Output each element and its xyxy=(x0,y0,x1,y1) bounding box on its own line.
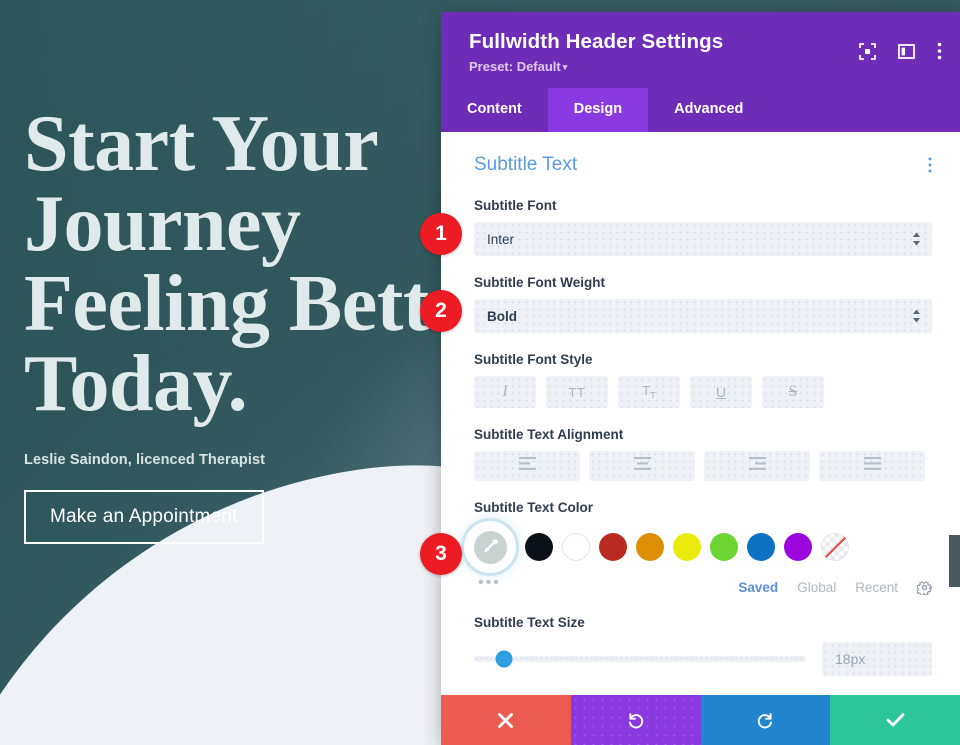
field-subtitle-font-weight: Subtitle Font Weight Bold xyxy=(474,275,932,333)
field-subtitle-text-size: Subtitle Text Size 18px xyxy=(474,615,932,676)
close-x-icon xyxy=(498,712,514,728)
swatch-black[interactable] xyxy=(525,533,553,561)
undo-arrow-icon xyxy=(629,712,644,728)
hero-title-line-1: Start Your xyxy=(24,100,379,188)
section-title: Subtitle Text xyxy=(474,154,578,175)
app-root: Start Your Journey Feeling Better Today.… xyxy=(0,0,960,745)
align-justify-icon xyxy=(863,457,881,475)
alignment-button-row xyxy=(474,451,932,481)
kebab-menu-icon[interactable] xyxy=(937,42,942,60)
palette-tab-global[interactable]: Global xyxy=(797,580,836,595)
subtitle-font-label: Subtitle Font xyxy=(474,198,557,213)
subtitle-font-style-label: Subtitle Font Style xyxy=(474,352,593,367)
swatch-orange[interactable] xyxy=(636,533,664,561)
field-subtitle-font-style: Subtitle Font Style I TT TT U S xyxy=(474,352,932,408)
tab-design[interactable]: Design xyxy=(547,88,649,132)
eyedropper-swatch-wrap xyxy=(467,524,513,570)
small-caps-sub: T xyxy=(650,390,656,401)
field-subtitle-font: Subtitle Font Inter xyxy=(474,198,932,256)
palette-tab-saved[interactable]: Saved xyxy=(738,580,778,595)
color-swatch-row xyxy=(467,524,932,570)
swatch-purple[interactable] xyxy=(784,533,812,561)
callout-badge-2: 2 xyxy=(420,290,462,332)
modal-header-icons xyxy=(859,42,942,60)
redo-arrow-icon xyxy=(757,712,772,728)
eyedropper-button[interactable] xyxy=(473,530,507,564)
subtitle-font-weight-select[interactable]: Bold xyxy=(474,299,932,333)
align-right-button[interactable] xyxy=(704,451,810,481)
fullwidth-header-settings-modal: Fullwidth Header Settings Preset: Defaul… xyxy=(441,12,960,745)
strikethrough-icon: S xyxy=(788,383,798,400)
modal-action-bar xyxy=(441,695,960,745)
align-center-icon xyxy=(633,457,651,475)
swatch-white[interactable] xyxy=(562,533,590,561)
callout-badge-3: 3 xyxy=(420,533,462,575)
align-justify-button[interactable] xyxy=(819,451,925,481)
section-options-kebab-icon[interactable] xyxy=(928,157,932,173)
select-arrows-icon xyxy=(912,232,921,247)
field-subtitle-text-color: Subtitle Text Color ••• Saved Global Rec… xyxy=(467,500,933,597)
eyedropper-icon xyxy=(484,539,499,553)
modal-tabs: Content Design Advanced xyxy=(441,88,960,132)
subtitle-text-size-label: Subtitle Text Size xyxy=(474,615,585,630)
focus-icon[interactable] xyxy=(859,42,876,60)
cancel-button[interactable] xyxy=(441,695,571,745)
section-header: Subtitle Text xyxy=(474,154,932,176)
gear-icon[interactable] xyxy=(916,580,933,597)
strikethrough-button[interactable]: S xyxy=(762,376,824,408)
hero-title-line-4: Today. xyxy=(24,340,248,428)
modal-header: Fullwidth Header Settings Preset: Defaul… xyxy=(441,12,960,88)
swatch-transparent[interactable] xyxy=(821,533,849,561)
align-left-button[interactable] xyxy=(474,451,580,481)
modal-scrollbar-thumb[interactable] xyxy=(949,535,960,587)
modal-body: Subtitle Text Subtitle Font Inter Subtit… xyxy=(441,132,960,695)
uppercase-icon: TT xyxy=(568,384,586,400)
palette-tab-recent[interactable]: Recent xyxy=(855,580,898,595)
small-caps-icon: TT xyxy=(642,383,656,401)
redo-button[interactable] xyxy=(700,695,831,745)
swatch-yellow[interactable] xyxy=(673,533,701,561)
hero-subtitle: Leslie Saindon, licenced Therapist xyxy=(24,452,266,468)
chevron-down-icon: ▾ xyxy=(562,62,568,72)
align-right-icon xyxy=(748,457,766,475)
font-style-button-row: I TT TT U S xyxy=(474,376,932,408)
tab-advanced[interactable]: Advanced xyxy=(648,88,770,132)
underline-icon: U xyxy=(715,384,727,400)
undo-button[interactable] xyxy=(570,695,701,745)
preset-label: Preset: Default xyxy=(469,59,561,74)
underline-button[interactable]: U xyxy=(690,376,752,408)
subtitle-font-select[interactable]: Inter xyxy=(474,222,932,256)
callout-badge-1: 1 xyxy=(420,213,462,255)
field-subtitle-text-alignment: Subtitle Text Alignment xyxy=(474,427,932,481)
italic-button[interactable]: I xyxy=(474,376,536,408)
make-appointment-button[interactable]: Make an Appointment xyxy=(24,490,264,544)
subtitle-font-weight-label: Subtitle Font Weight xyxy=(474,275,605,290)
checkmark-icon xyxy=(886,713,905,727)
tab-content[interactable]: Content xyxy=(441,88,548,132)
subtitle-text-size-slider[interactable] xyxy=(474,650,806,668)
align-left-icon xyxy=(518,457,536,475)
subtitle-text-color-label: Subtitle Text Color xyxy=(474,500,594,515)
subtitle-text-alignment-label: Subtitle Text Alignment xyxy=(474,427,624,442)
preset-dropdown[interactable]: Preset: Default ▾ xyxy=(469,59,567,74)
small-caps-button[interactable]: TT xyxy=(618,376,680,408)
swatch-blue[interactable] xyxy=(747,533,775,561)
select-arrows-icon xyxy=(912,309,921,324)
layout-panel-icon[interactable] xyxy=(898,43,915,60)
swatch-brick-red[interactable] xyxy=(599,533,627,561)
align-center-button[interactable] xyxy=(589,451,695,481)
swatch-green[interactable] xyxy=(710,533,738,561)
hero-content: Start Your Journey Feeling Better Today.… xyxy=(24,100,500,544)
palette-tab-row: Saved Global Recent xyxy=(474,580,933,597)
subtitle-text-size-input[interactable]: 18px xyxy=(822,642,932,676)
slider-handle[interactable] xyxy=(495,650,513,668)
italic-icon: I xyxy=(502,383,508,400)
uppercase-button[interactable]: TT xyxy=(546,376,608,408)
save-button[interactable] xyxy=(830,695,960,745)
